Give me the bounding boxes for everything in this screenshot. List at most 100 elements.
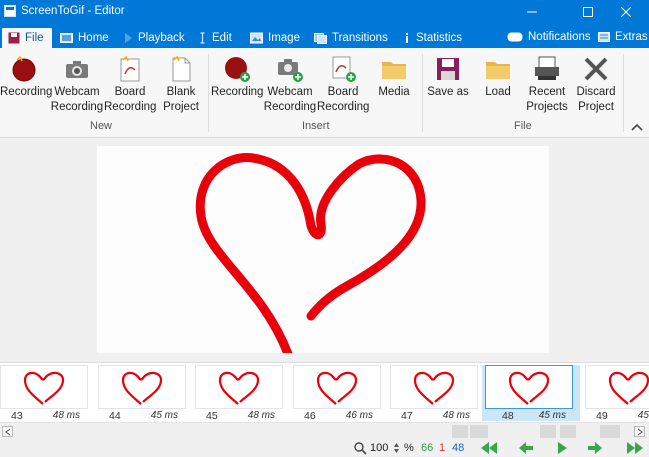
ribbon: Recording Webcam Recording Board Recordi…: [0, 48, 649, 138]
close-button[interactable]: [603, 0, 649, 24]
frame-item[interactable]: 47 48 ms: [387, 365, 480, 422]
next-frame-icon[interactable]: [586, 441, 604, 455]
scroll-right-button[interactable]: [634, 426, 645, 437]
frame-item[interactable]: 46 46 ms: [290, 365, 383, 422]
tab-home[interactable]: Home: [60, 28, 109, 48]
button-label: Recording: [317, 101, 370, 113]
save-icon: [8, 32, 20, 44]
board-icon: [120, 55, 140, 82]
tab-file[interactable]: File: [2, 28, 52, 48]
tab-transitions[interactable]: Transitions: [314, 28, 388, 48]
tab-playback[interactable]: Playback: [124, 28, 185, 48]
tab-label: Home: [78, 32, 109, 44]
status-bar: 100 % 66 1 48: [0, 439, 649, 457]
button-label: Webcam: [267, 86, 313, 98]
frame-thumbnail: [98, 365, 186, 409]
frame-delay: 46 ms: [345, 410, 373, 421]
frame-number: 45: [206, 410, 218, 422]
minimize-icon: [527, 11, 537, 13]
frame-item[interactable]: 43 48 ms: [0, 365, 90, 422]
discard-icon: [584, 57, 608, 81]
first-frame-icon[interactable]: [478, 441, 502, 455]
frame-list-scrollbar[interactable]: [0, 422, 649, 439]
group-label-insert: Insert: [302, 120, 330, 132]
folder-icon: [382, 62, 406, 79]
save-as-button[interactable]: Save as: [424, 54, 472, 100]
group-divider: [623, 54, 624, 132]
zoom-stepper-icon[interactable]: [393, 442, 400, 454]
frame-delay: 45 ms: [150, 410, 178, 421]
insert-board-recording-button[interactable]: Board Recording: [317, 54, 369, 115]
button-label: Projects: [526, 101, 568, 113]
frame-number: 47: [401, 410, 413, 422]
new-recording-button[interactable]: Recording: [0, 54, 52, 100]
button-label: Project: [578, 101, 614, 113]
button-label: Recording: [104, 101, 157, 113]
new-blank-project-button[interactable]: Blank Project: [158, 54, 204, 115]
heart-drawing: [195, 153, 426, 359]
frame-item-selected[interactable]: 48 45 ms: [482, 365, 580, 422]
chevron-left-icon: [4, 428, 10, 435]
frame-delay: 45 ms: [538, 410, 566, 421]
recent-projects-icon: [535, 56, 559, 80]
scroll-track-segment: [540, 425, 556, 438]
tab-label: Edit: [212, 32, 232, 44]
previous-frame-icon[interactable]: [517, 441, 535, 455]
tab-label: Transitions: [332, 32, 388, 44]
frame-delay: 48 ms: [442, 410, 470, 421]
home-icon: [60, 33, 73, 43]
frame-preview[interactable]: [97, 146, 549, 359]
minimize-button[interactable]: [509, 0, 555, 24]
frame-delay: 48 ms: [52, 410, 80, 421]
scroll-left-button[interactable]: [2, 426, 13, 437]
recent-projects-button[interactable]: Recent Projects: [522, 54, 572, 115]
load-button[interactable]: Load: [478, 54, 518, 100]
frame-item[interactable]: 49 45 ms: [582, 365, 649, 422]
extras-button[interactable]: Extras: [598, 27, 648, 47]
frame-item[interactable]: 45 48 ms: [192, 365, 285, 422]
frame-number: 44: [109, 410, 121, 422]
zoom-value[interactable]: 100: [370, 442, 388, 454]
insert-webcam-recording-button[interactable]: Webcam Recording: [263, 54, 317, 115]
group-label-new: New: [90, 120, 113, 132]
tab-statistics[interactable]: Statistics: [403, 28, 462, 48]
zoom-unit: %: [404, 442, 414, 454]
image-icon: [250, 32, 263, 44]
chevron-right-icon: [637, 428, 643, 435]
frame-number: 49: [596, 410, 608, 422]
button-label: Board: [114, 86, 146, 98]
notifications-button[interactable]: Notifications: [507, 27, 591, 47]
tab-image[interactable]: Image: [250, 28, 300, 48]
play-icon: [125, 33, 132, 43]
insert-media-button[interactable]: Media: [372, 54, 416, 100]
play-icon[interactable]: [556, 441, 568, 455]
record-icon: [12, 55, 36, 82]
new-webcam-recording-button[interactable]: Webcam Recording: [50, 54, 104, 115]
notifications-label: Notifications: [528, 31, 591, 43]
webcam-add-icon: [278, 59, 303, 82]
frame-thumbnail: [585, 365, 649, 409]
extras-label: Extras: [615, 31, 648, 43]
collapse-ribbon-icon[interactable]: [631, 122, 643, 132]
discard-project-button[interactable]: Discard Project: [572, 54, 620, 115]
frame-thumbnail: [195, 365, 283, 409]
notification-icon: [507, 32, 523, 42]
frame-list: 43 48 ms 44 45 ms 45 48 ms 46 46 ms 47 4…: [0, 362, 649, 422]
button-label: Save as: [427, 86, 469, 98]
board-add-icon: [332, 56, 356, 82]
close-icon: [621, 7, 631, 17]
button-label: Media: [378, 86, 410, 98]
selected-count: 1: [439, 442, 446, 454]
insert-recording-button[interactable]: Recording: [211, 54, 263, 100]
last-frame-icon[interactable]: [622, 441, 646, 455]
new-board-recording-button[interactable]: Board Recording: [104, 54, 156, 115]
maximize-icon: [583, 7, 593, 17]
frame-thumbnail: [293, 365, 381, 409]
tab-label: Image: [268, 32, 300, 44]
tab-edit[interactable]: Edit: [198, 28, 232, 48]
scroll-thumb[interactable]: [14, 428, 446, 435]
frame-count: 66: [421, 442, 434, 454]
tab-label: Playback: [138, 32, 185, 44]
frame-item[interactable]: 44 45 ms: [95, 365, 188, 422]
frame-delay: 45 ms: [637, 410, 649, 421]
